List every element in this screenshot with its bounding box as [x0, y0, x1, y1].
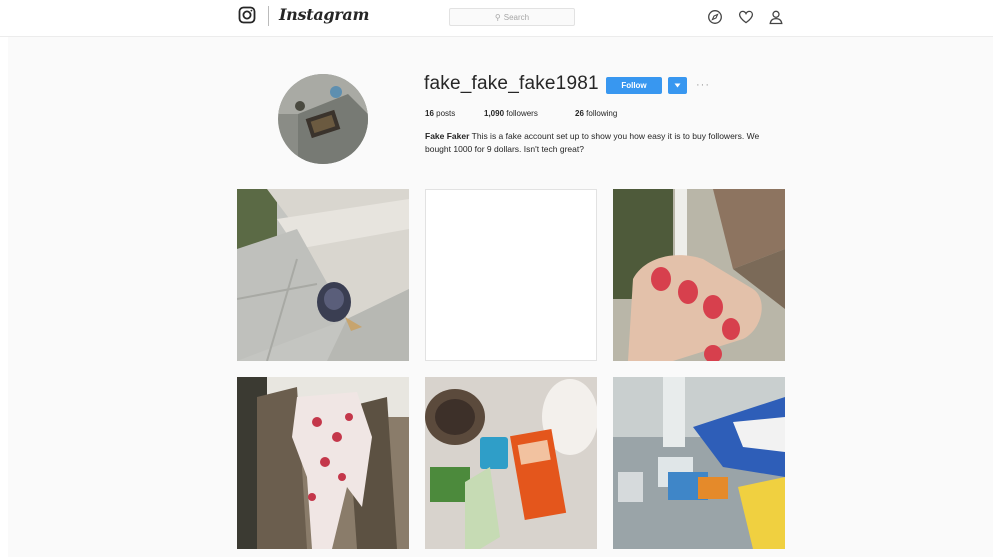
post-thumbnail[interactable]: [613, 189, 785, 361]
posts-label: posts: [436, 109, 456, 118]
top-nav-bar: Instagram ⚲ Search: [0, 0, 993, 37]
instagram-wordmark[interactable]: Instagram: [279, 5, 369, 24]
posts-stat: 16 posts: [425, 109, 455, 118]
post-thumbnail[interactable]: [425, 189, 597, 361]
profile-avatar[interactable]: [278, 74, 368, 164]
posts-count: 16: [425, 109, 434, 118]
search-input[interactable]: ⚲ Search: [449, 8, 575, 26]
nav-divider: [268, 6, 269, 26]
heart-icon[interactable]: [738, 9, 754, 25]
followers-label: followers: [506, 109, 538, 118]
post-thumbnail[interactable]: [237, 377, 409, 549]
followers-stat[interactable]: 1,090 followers: [484, 109, 538, 118]
more-options-button[interactable]: ···: [696, 79, 710, 91]
bio-text: This is a fake account set up to show yo…: [425, 131, 760, 154]
profile-username: fake_fake_fake1981: [424, 73, 599, 94]
following-count: 26: [575, 109, 584, 118]
following-label: following: [586, 109, 618, 118]
post-thumbnail[interactable]: [425, 377, 597, 549]
search-placeholder: Search: [503, 12, 530, 22]
followers-count: 1,090: [484, 109, 505, 118]
search-icon: ⚲: [494, 12, 501, 22]
bio-name: Fake Faker: [425, 131, 470, 141]
post-thumbnail[interactable]: [613, 377, 785, 549]
profile-bio: Fake Faker This is a fake account set up…: [425, 130, 765, 156]
suggestions-dropdown-button[interactable]: [668, 77, 687, 94]
follow-button[interactable]: Follow: [606, 77, 662, 94]
following-stat[interactable]: 26 following: [575, 109, 617, 118]
compass-icon[interactable]: [707, 9, 723, 25]
post-thumbnail[interactable]: [237, 189, 409, 361]
person-icon[interactable]: [768, 9, 784, 25]
chevron-down-icon: [674, 83, 681, 88]
instagram-glyph-icon[interactable]: [238, 6, 256, 24]
